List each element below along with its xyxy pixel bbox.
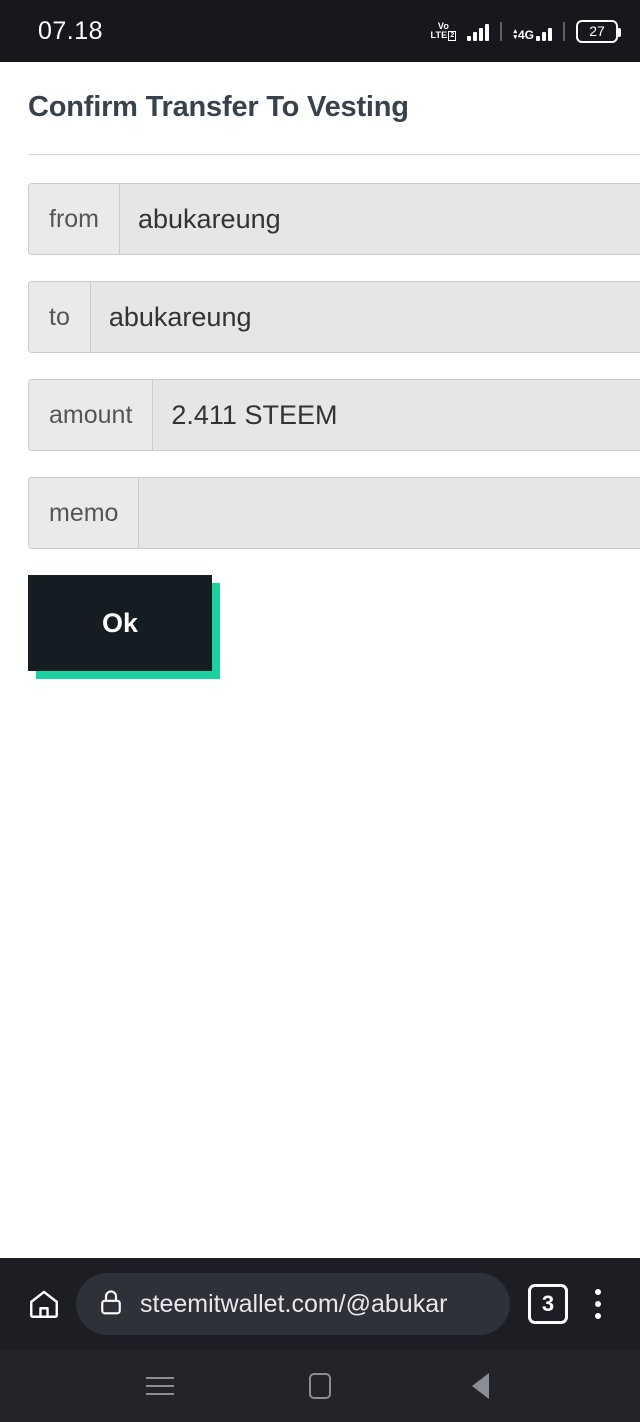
volte-line2: LTE <box>430 30 448 40</box>
data-arrows-icon: ▴ ▾ <box>513 27 517 41</box>
confirm-transfer-form: from abukareung to abukareung amount 2.4… <box>0 183 640 549</box>
volte-icon: Vo LTE 2 <box>430 21 457 41</box>
browser-toolbar: steemitwallet.com/@abukar 3 <box>0 1258 640 1350</box>
field-label-to: to <box>29 282 91 352</box>
status-bar: 07.18 Vo LTE 2 ▴ ▾ 4G 27 <box>0 0 640 62</box>
home-icon[interactable] <box>20 1280 68 1328</box>
signal-divider <box>500 21 503 41</box>
battery-level-label: 27 <box>589 23 605 39</box>
tab-counter-button[interactable]: 3 <box>528 1284 568 1324</box>
status-indicators: Vo LTE 2 ▴ ▾ 4G 27 <box>430 19 621 43</box>
field-value-amount: 2.411 STEEM <box>153 380 640 450</box>
signal-divider-2 <box>563 21 565 41</box>
overflow-menu-icon[interactable] <box>576 1280 620 1328</box>
phone-screen: 07.18 Vo LTE 2 ▴ ▾ 4G 27 Confirm Transfe… <box>0 0 640 1422</box>
ok-button-wrapper: Ok <box>28 575 220 679</box>
android-navigation-bar <box>0 1350 640 1422</box>
table-row: to abukareung <box>28 281 640 353</box>
back-triangle-icon[interactable] <box>445 1356 515 1416</box>
title-divider <box>28 154 640 155</box>
url-text: steemitwallet.com/@abukar <box>140 1289 448 1318</box>
field-label-amount: amount <box>29 380 154 450</box>
recents-icon[interactable] <box>125 1356 195 1416</box>
home-square-icon[interactable] <box>285 1356 355 1416</box>
field-label-from: from <box>29 184 120 254</box>
table-row: amount 2.411 STEEM <box>28 379 640 451</box>
table-row: memo <box>28 477 640 549</box>
field-value-to: abukareung <box>90 282 640 352</box>
field-value-memo <box>139 478 640 548</box>
network-type-label: 4G <box>517 27 534 42</box>
field-label-memo: memo <box>29 478 140 548</box>
lock-icon <box>96 1287 126 1322</box>
mobile-data-icon: ▴ ▾ 4G <box>513 22 552 41</box>
page-content: Confirm Transfer To Vesting from abukare… <box>0 62 640 1258</box>
page-title: Confirm Transfer To Vesting <box>28 91 409 123</box>
battery-icon: 27 <box>576 19 621 43</box>
signal-bars-sim1-icon <box>467 22 490 41</box>
url-bar[interactable]: steemitwallet.com/@abukar <box>76 1273 510 1335</box>
table-row: from abukareung <box>28 183 640 255</box>
field-value-from: abukareung <box>120 184 640 254</box>
sim-badge: 2 <box>448 30 457 41</box>
ok-button[interactable]: Ok <box>28 575 212 671</box>
status-clock: 07.18 <box>38 16 104 45</box>
